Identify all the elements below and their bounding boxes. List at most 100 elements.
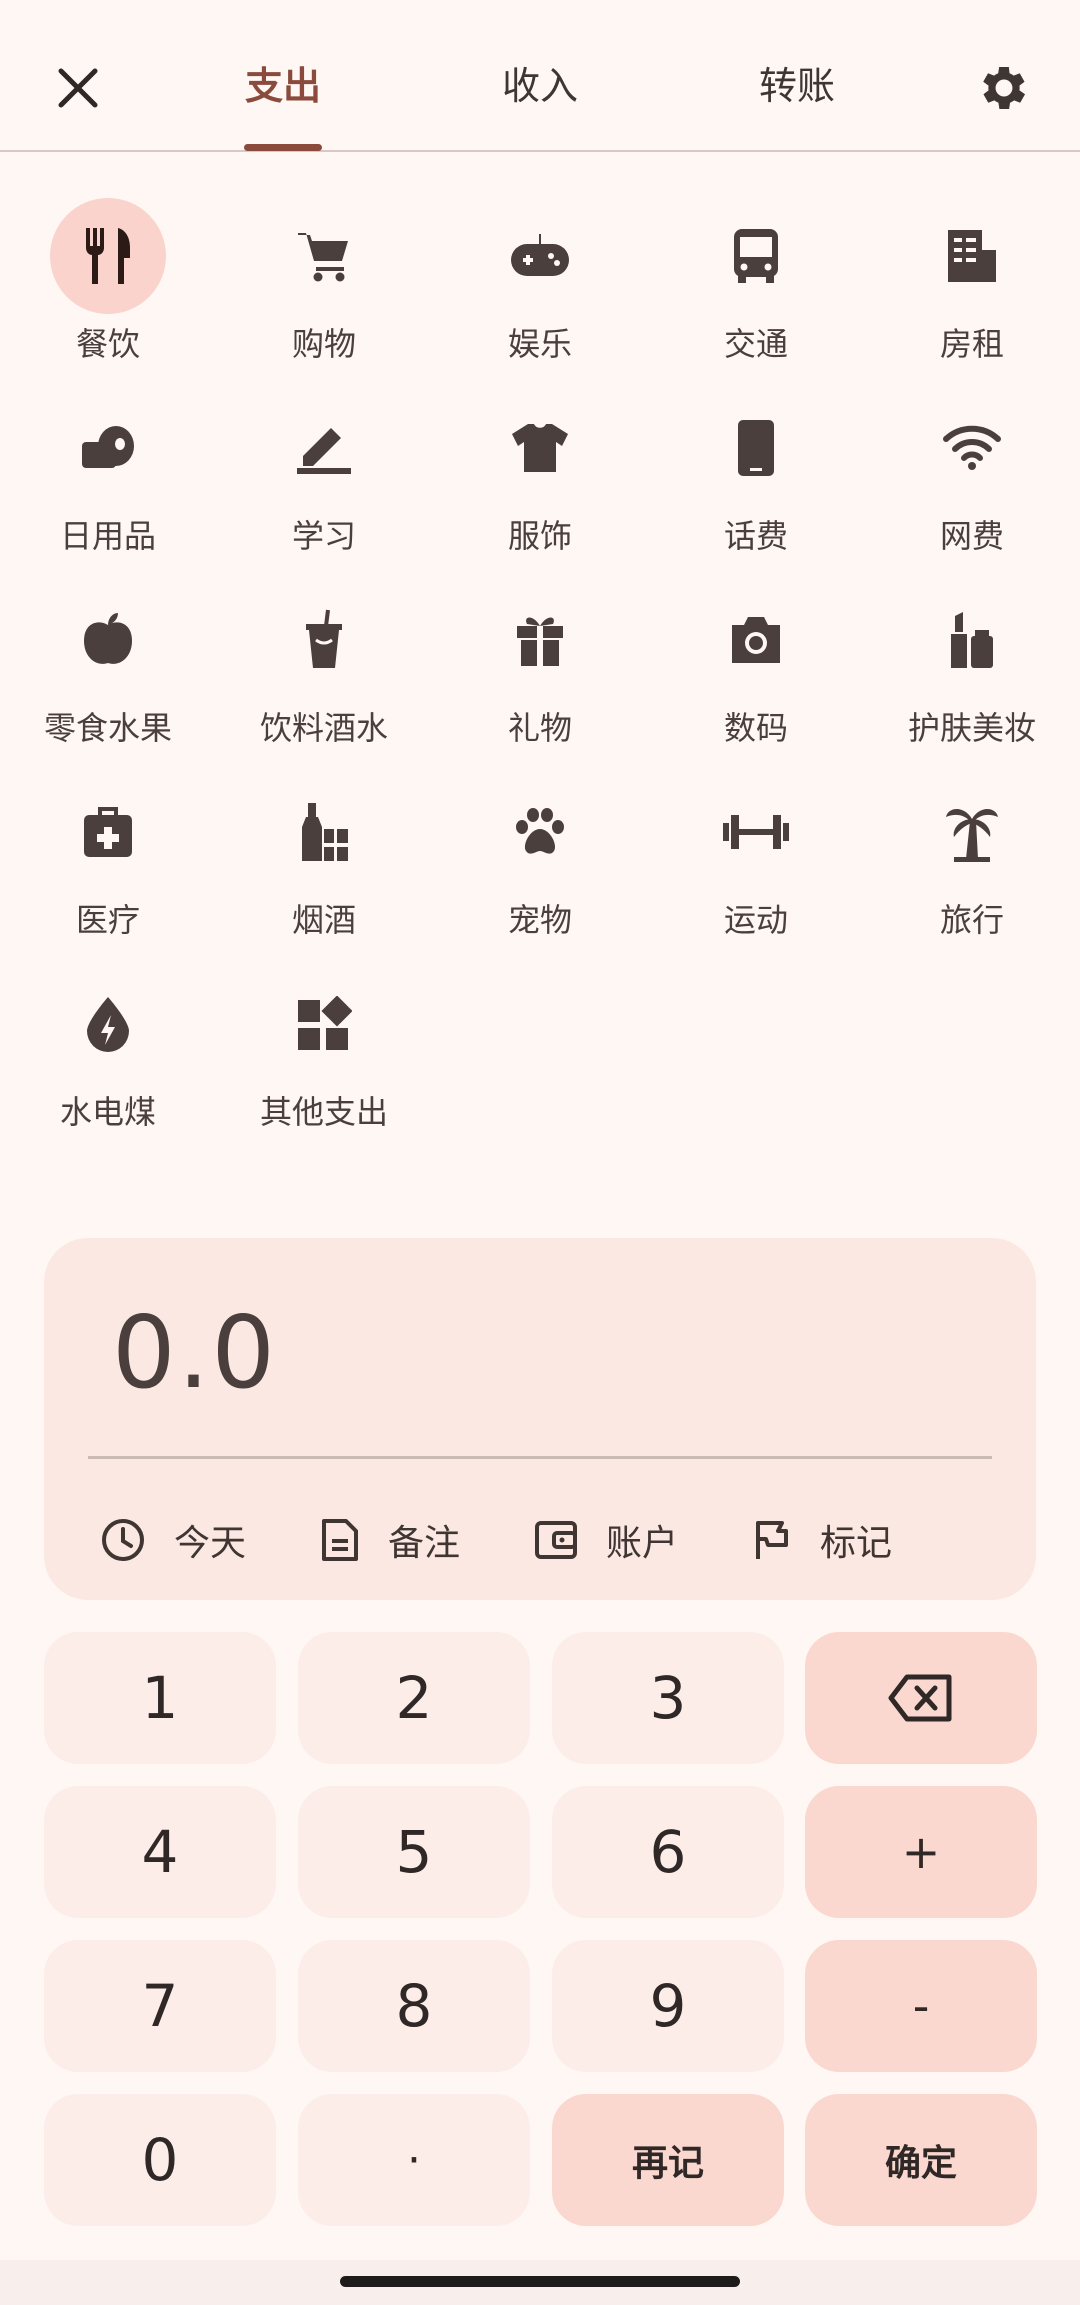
close-button[interactable]: [40, 50, 116, 126]
note-chip-label: 备注: [388, 1523, 461, 1564]
category-clothing[interactable]: 服饰: [440, 390, 640, 570]
category-label: 运动: [723, 901, 788, 939]
date-chip-label: 今天: [174, 1523, 247, 1564]
category-utilities[interactable]: 水电煤: [8, 966, 208, 1146]
drink-cup-icon: [266, 582, 382, 698]
category-label: 宠物: [507, 901, 572, 939]
category-digital[interactable]: 数码: [656, 582, 856, 762]
wallet-icon: [535, 1521, 577, 1559]
toilet-paper-icon: [50, 390, 166, 506]
key-7[interactable]: 7: [44, 1940, 276, 2072]
category-gifts[interactable]: 礼物: [440, 582, 640, 762]
date-chip[interactable]: 今天: [100, 1508, 246, 1572]
key-3[interactable]: 3: [552, 1632, 784, 1764]
account-chip-label: 账户: [606, 1523, 679, 1564]
key-9[interactable]: 9: [552, 1940, 784, 2072]
gift-icon: [482, 582, 598, 698]
medical-kit-icon: [50, 774, 166, 890]
category-study[interactable]: 学习: [224, 390, 424, 570]
category-label: 服饰: [507, 517, 572, 555]
category-label: 水电煤: [59, 1093, 156, 1131]
dumbbell-icon: [698, 774, 814, 890]
settings-button[interactable]: [966, 50, 1042, 126]
building-icon: [914, 198, 1030, 314]
category-label: 房租: [939, 325, 1004, 363]
category-sports[interactable]: 运动: [656, 774, 856, 954]
category-pets[interactable]: 宠物: [440, 774, 640, 954]
category-drinks[interactable]: 饮料酒水: [224, 582, 424, 762]
category-label: 烟酒: [291, 901, 356, 939]
tag-chip[interactable]: 标记: [752, 1508, 892, 1572]
key-6[interactable]: 6: [552, 1786, 784, 1918]
top-bar: 支出 收入 转账: [0, 0, 1080, 152]
lipstick-icon: [914, 582, 1030, 698]
category-beauty[interactable]: 护肤美妆: [872, 582, 1072, 762]
category-label: 日用品: [59, 517, 156, 555]
category-label: 网费: [939, 517, 1004, 555]
record-again-button[interactable]: 再记: [552, 2094, 784, 2226]
key-2[interactable]: 2: [298, 1632, 530, 1764]
confirm-button[interactable]: 确定: [805, 2094, 1037, 2226]
category-label: 医疗: [75, 901, 140, 939]
pen-icon: [266, 390, 382, 506]
tag-chip-label: 标记: [820, 1523, 893, 1564]
key-1[interactable]: 1: [44, 1632, 276, 1764]
category-travel[interactable]: 旅行: [872, 774, 1072, 954]
active-tab-indicator: [244, 144, 322, 151]
category-internet-bill[interactable]: 网费: [872, 390, 1072, 570]
tab-expense[interactable]: 支出: [183, 54, 383, 118]
note-chip[interactable]: 备注: [320, 1508, 460, 1572]
note-icon: [322, 1519, 358, 1561]
key-0[interactable]: 0: [44, 2094, 276, 2226]
category-rent[interactable]: 房租: [872, 198, 1072, 378]
amount-panel: 0.0 今天 备注 账户 标记: [44, 1238, 1036, 1600]
category-shopping[interactable]: 购物: [224, 198, 424, 378]
category-tobacco-alcohol[interactable]: 烟酒: [224, 774, 424, 954]
backspace-icon: [888, 1674, 952, 1722]
category-label: 零食水果: [43, 709, 172, 747]
flag-icon: [756, 1521, 788, 1559]
category-snacks-fruit[interactable]: 零食水果: [8, 582, 208, 762]
bottle-icon: [266, 774, 382, 890]
paw-icon: [482, 774, 598, 890]
gamepad-icon: [482, 198, 598, 314]
key-4[interactable]: 4: [44, 1786, 276, 1918]
category-label: 餐饮: [75, 325, 140, 363]
category-label: 数码: [723, 709, 788, 747]
category-label: 学习: [291, 517, 356, 555]
category-medical[interactable]: 医疗: [8, 774, 208, 954]
minus-button[interactable]: -: [805, 1940, 1037, 2072]
key-5[interactable]: 5: [298, 1786, 530, 1918]
account-chip[interactable]: 账户: [534, 1508, 678, 1572]
category-entertainment[interactable]: 娱乐: [440, 198, 640, 378]
home-indicator[interactable]: [340, 2276, 740, 2287]
camera-icon: [698, 582, 814, 698]
category-dining[interactable]: 餐饮: [8, 198, 208, 378]
category-label: 娱乐: [507, 325, 572, 363]
key-8[interactable]: 8: [298, 1940, 530, 2072]
tab-income[interactable]: 收入: [440, 54, 640, 118]
tab-transfer[interactable]: 转账: [697, 54, 897, 118]
category-daily-goods[interactable]: 日用品: [8, 390, 208, 570]
backspace-button[interactable]: [805, 1632, 1037, 1764]
utensils-icon: [50, 198, 166, 314]
category-transport[interactable]: 交通: [656, 198, 856, 378]
plus-button[interactable]: +: [805, 1786, 1037, 1918]
category-label: 交通: [723, 325, 788, 363]
key-decimal[interactable]: ·: [298, 2094, 530, 2226]
tshirt-icon: [482, 390, 598, 506]
amount-divider: [88, 1456, 992, 1459]
category-label: 旅行: [939, 901, 1004, 939]
category-label: 话费: [723, 517, 788, 555]
category-label: 其他支出: [259, 1093, 388, 1131]
category-label: 购物: [291, 325, 356, 363]
apple-icon: [50, 582, 166, 698]
category-other-expense[interactable]: 其他支出: [224, 966, 424, 1146]
palm-tree-icon: [914, 774, 1030, 890]
wifi-icon: [914, 390, 1030, 506]
category-phone-bill[interactable]: 话费: [656, 390, 856, 570]
category-label: 礼物: [507, 709, 572, 747]
close-icon: [58, 68, 98, 108]
bus-icon: [698, 198, 814, 314]
amount-display[interactable]: 0.0: [112, 1294, 277, 1411]
